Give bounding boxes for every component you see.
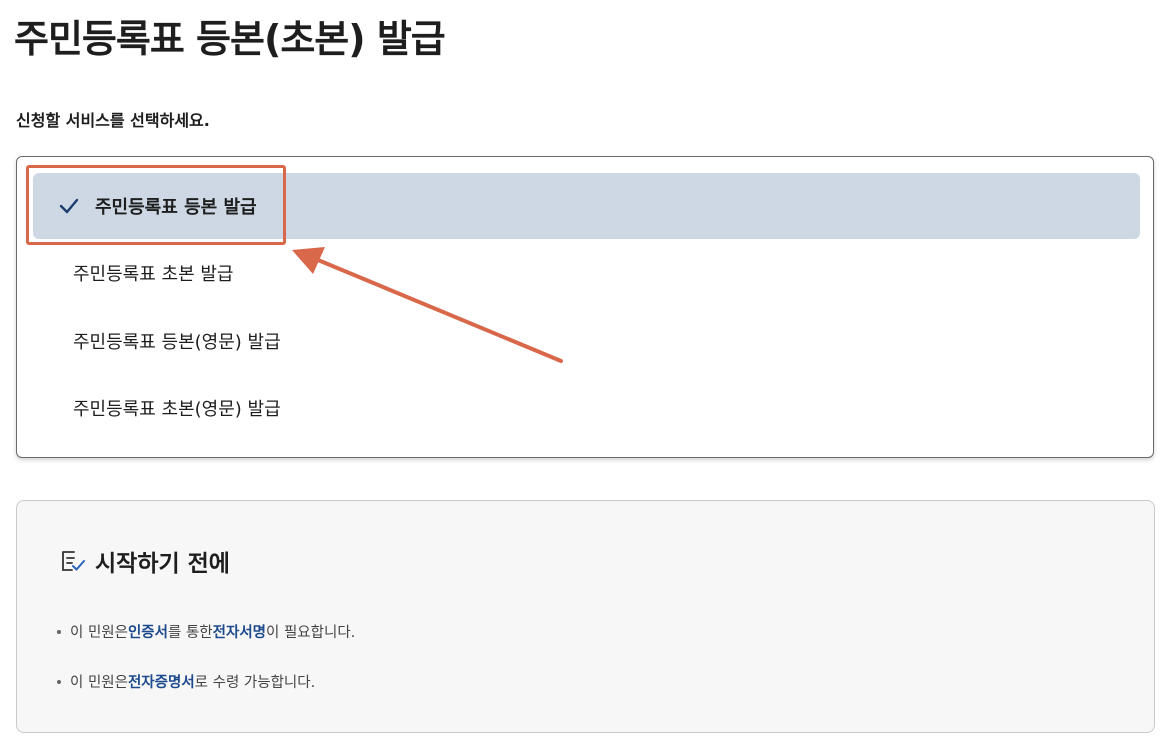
bullet-highlight-e-certificate: 전자증명서 <box>127 675 195 691</box>
bullet-text-post: 로 수령 가능합니다. <box>194 675 316 691</box>
service-option-label: 주민등록표 초본(영문) 발급 <box>73 399 281 420</box>
info-bullet: 이 민원은 전자증명서 로 수령 가능합니다. <box>57 671 315 692</box>
bullet-highlight-esignature: 전자서명 <box>212 625 267 641</box>
selection-highlight-box <box>26 165 286 245</box>
bullet-highlight-certificate: 인증서 <box>127 625 168 641</box>
bullet-text-pre: 이 민원은 <box>70 625 128 641</box>
bullet-dot <box>57 629 61 634</box>
bullet-text-post: 이 필요합니다. <box>266 625 356 641</box>
service-option-abstract-english[interactable]: 주민등록표 초본(영문) 발급 <box>33 375 1140 441</box>
bullet-text-pre: 이 민원은 <box>70 675 128 691</box>
service-option-certified-copy-english[interactable]: 주민등록표 등본(영문) 발급 <box>33 308 1140 374</box>
page-title: 주민등록표 등본(초본) 발급 <box>14 17 446 61</box>
bullet-text-mid: 를 통한 <box>168 625 213 641</box>
service-option-label: 주민등록표 등본(영문) 발급 <box>73 332 281 353</box>
service-option-label: 주민등록표 초본 발급 <box>73 264 234 285</box>
service-prompt: 신청할 서비스를 선택하세요. <box>16 111 210 130</box>
before-start-panel: 시작하기 전에 이 민원은 인증서 를 통한 전자서명 이 필요합니다. 이 민원은… <box>16 500 1155 733</box>
bullet-dot <box>57 679 61 684</box>
before-start-heading: 시작하기 전에 <box>59 544 230 578</box>
info-bullet: 이 민원은 인증서 를 통한 전자서명 이 필요합니다. <box>57 621 355 642</box>
checklist-icon <box>59 547 87 575</box>
before-start-title: 시작하기 전에 <box>95 551 230 577</box>
service-option-abstract[interactable]: 주민등록표 초본 발급 <box>33 240 1140 306</box>
